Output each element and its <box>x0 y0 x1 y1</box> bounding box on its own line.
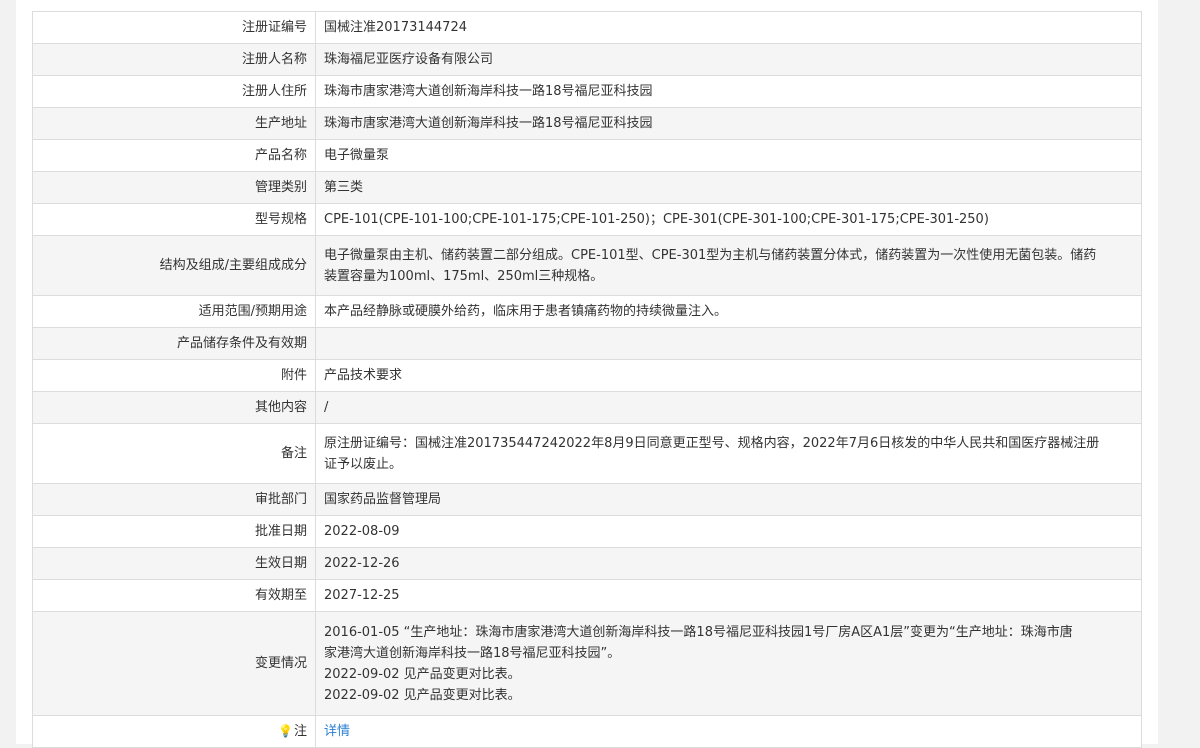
table-row: 备注 原注册证编号：国械注准201735447242022年8月9日同意更正型号… <box>32 423 1142 484</box>
registration-detail-table: 注册证编号 国械注准20173144724 注册人名称 珠海福尼亚医疗设备有限公… <box>32 11 1142 748</box>
table-row: 型号规格 CPE-101(CPE-101-100;CPE-101-175;CPE… <box>32 203 1142 236</box>
row-label: 变更情况 <box>32 611 316 716</box>
row-value: 2027-12-25 <box>315 579 1142 612</box>
row-label: 批准日期 <box>32 515 316 548</box>
value-line: 电子微量泵由主机、储药装置二部分组成。CPE-101型、CPE-301型为主机与… <box>324 247 1097 263</box>
table-row: 管理类别 第三类 <box>32 171 1142 204</box>
row-value: 国械注准20173144724 <box>315 11 1142 44</box>
row-value <box>315 327 1142 360</box>
row-value: 电子微量泵由主机、储药装置二部分组成。CPE-101型、CPE-301型为主机与… <box>315 235 1142 296</box>
row-value: 电子微量泵 <box>315 139 1142 172</box>
row-label: 💡注 <box>32 715 316 748</box>
note-label: 注 <box>293 724 307 739</box>
row-label: 适用范围/预期用途 <box>32 295 316 328</box>
row-label: 产品储存条件及有效期 <box>32 327 316 360</box>
row-value: 国家药品监督管理局 <box>315 483 1142 516</box>
table-row: 注册人名称 珠海福尼亚医疗设备有限公司 <box>32 43 1142 76</box>
table-row: 变更情况 2016-01-05 “生产地址：珠海市唐家港湾大道创新海岸科技一路1… <box>32 611 1142 716</box>
row-value: 珠海福尼亚医疗设备有限公司 <box>315 43 1142 76</box>
table-row: 审批部门 国家药品监督管理局 <box>32 483 1142 516</box>
row-value: 2016-01-05 “生产地址：珠海市唐家港湾大道创新海岸科技一路18号福尼亚… <box>315 611 1142 716</box>
table-row: 注册证编号 国械注准20173144724 <box>32 11 1142 44</box>
row-label: 生产地址 <box>32 107 316 140</box>
row-label: 有效期至 <box>32 579 316 612</box>
row-label: 其他内容 <box>32 391 316 424</box>
table-row: 批准日期 2022-08-09 <box>32 515 1142 548</box>
table-row: 有效期至 2027-12-25 <box>32 579 1142 612</box>
table-row: 生产地址 珠海市唐家港湾大道创新海岸科技一路18号福尼亚科技园 <box>32 107 1142 140</box>
row-label: 注册人名称 <box>32 43 316 76</box>
table-row: 适用范围/预期用途 本产品经静脉或硬膜外给药，临床用于患者镇痛药物的持续微量注入… <box>32 295 1142 328</box>
value-line: 2022-09-02 见产品变更对比表。 <box>324 687 521 703</box>
row-label: 生效日期 <box>32 547 316 580</box>
row-value: 珠海市唐家港湾大道创新海岸科技一路18号福尼亚科技园 <box>315 107 1142 140</box>
row-value: 原注册证编号：国械注准201735447242022年8月9日同意更正型号、规格… <box>315 423 1142 484</box>
row-label: 附件 <box>32 359 316 392</box>
table-row: 其他内容 / <box>32 391 1142 424</box>
value-line: 家港湾大道创新海岸科技一路18号福尼亚科技园”。 <box>324 645 621 661</box>
row-value: 产品技术要求 <box>315 359 1142 392</box>
detail-panel: 注册证编号 国械注准20173144724 注册人名称 珠海福尼亚医疗设备有限公… <box>16 0 1158 748</box>
row-label: 注册证编号 <box>32 11 316 44</box>
value-line: 装置容量为100ml、175ml、250ml三种规格。 <box>324 268 604 284</box>
table-row: 结构及组成/主要组成成分 电子微量泵由主机、储药装置二部分组成。CPE-101型… <box>32 235 1142 296</box>
value-line: 2016-01-05 “生产地址：珠海市唐家港湾大道创新海岸科技一路18号福尼亚… <box>324 624 1073 640</box>
row-value: CPE-101(CPE-101-100;CPE-101-175;CPE-101-… <box>315 203 1142 236</box>
row-label: 注册人住所 <box>32 75 316 108</box>
table-row: 附件 产品技术要求 <box>32 359 1142 392</box>
row-value: 本产品经静脉或硬膜外给药，临床用于患者镇痛药物的持续微量注入。 <box>315 295 1142 328</box>
table-row: 产品储存条件及有效期 <box>32 327 1142 360</box>
row-value: 2022-08-09 <box>315 515 1142 548</box>
row-label: 管理类别 <box>32 171 316 204</box>
details-link[interactable]: 详情 <box>324 724 350 739</box>
row-value: 详情 <box>315 715 1142 748</box>
row-value: 2022-12-26 <box>315 547 1142 580</box>
row-label: 型号规格 <box>32 203 316 236</box>
value-line: 证予以废止。 <box>324 456 403 472</box>
lightbulb-icon: 💡 <box>278 724 293 738</box>
row-label: 备注 <box>32 423 316 484</box>
table-row: 💡注 详情 <box>32 715 1142 748</box>
value-line: 原注册证编号：国械注准201735447242022年8月9日同意更正型号、规格… <box>324 435 1100 451</box>
table-row: 产品名称 电子微量泵 <box>32 139 1142 172</box>
row-label: 结构及组成/主要组成成分 <box>32 235 316 296</box>
value-line: 2022-09-02 见产品变更对比表。 <box>324 666 521 682</box>
row-value: 第三类 <box>315 171 1142 204</box>
table-row: 注册人住所 珠海市唐家港湾大道创新海岸科技一路18号福尼亚科技园 <box>32 75 1142 108</box>
row-value: 珠海市唐家港湾大道创新海岸科技一路18号福尼亚科技园 <box>315 75 1142 108</box>
row-value: / <box>315 391 1142 424</box>
row-label: 审批部门 <box>32 483 316 516</box>
row-label: 产品名称 <box>32 139 316 172</box>
table-row: 生效日期 2022-12-26 <box>32 547 1142 580</box>
